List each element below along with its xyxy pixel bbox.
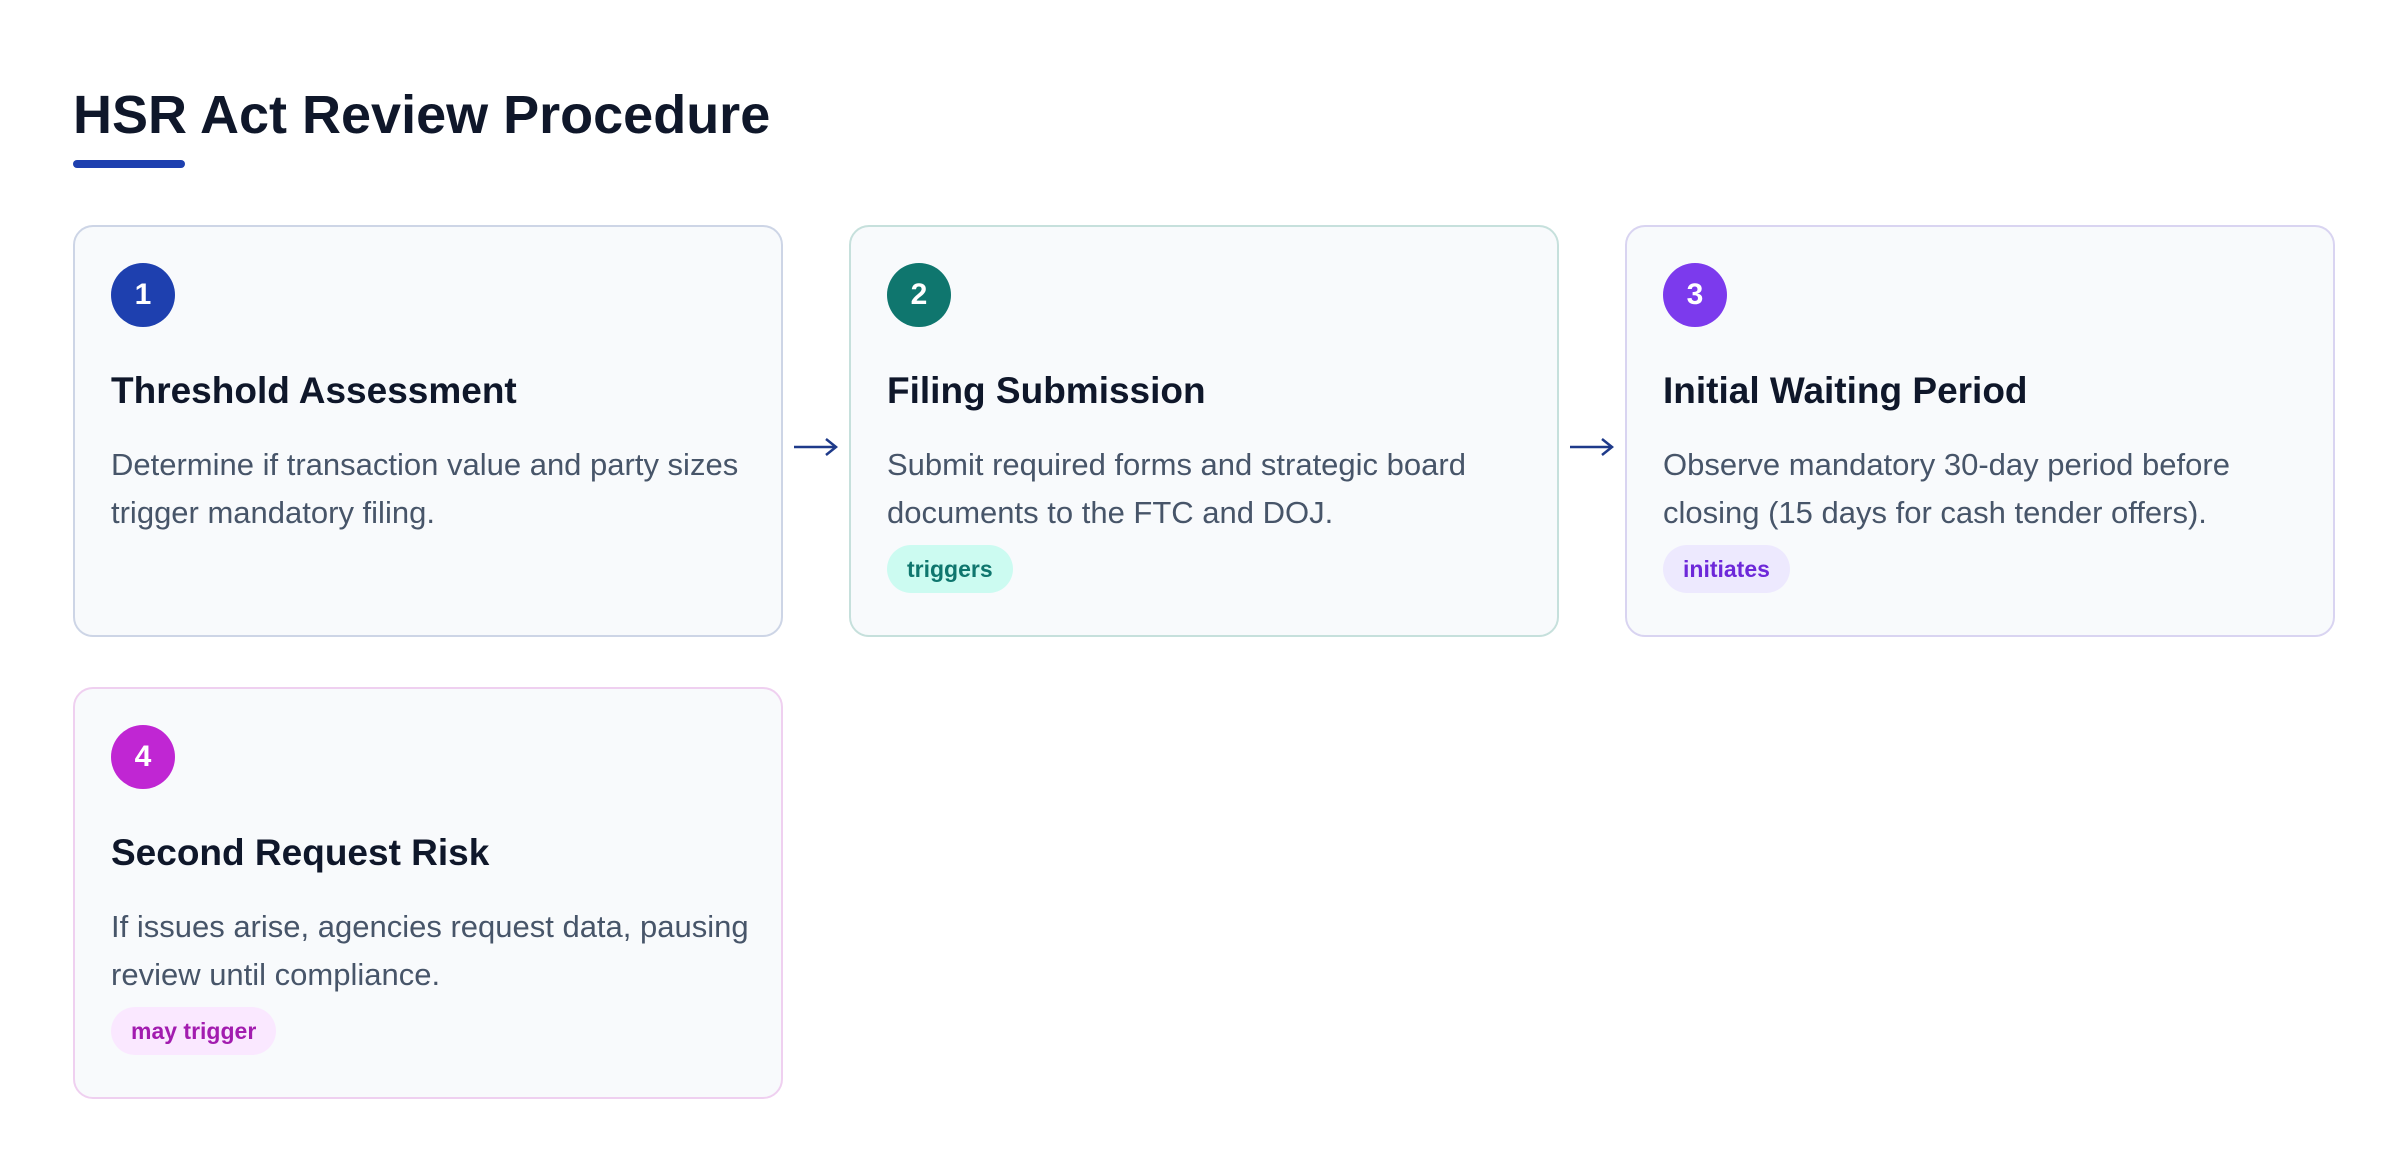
step-number-badge: 1 bbox=[111, 263, 175, 327]
page-title: HSR Act Review Procedure bbox=[73, 85, 771, 145]
relation-badge: initiates bbox=[1663, 545, 1790, 593]
procedure-diagram: HSR Act Review Procedure 1 Threshold Ass… bbox=[0, 0, 2400, 1168]
step-description: Submit required forms and strategic boar… bbox=[887, 447, 1466, 530]
step-number-badge: 4 bbox=[111, 725, 175, 789]
arrow-right-icon bbox=[794, 438, 839, 456]
step-card-initial-waiting-period: 3 Initial Waiting Period Observe mandato… bbox=[1625, 225, 2335, 637]
relation-badge: triggers bbox=[887, 545, 1013, 593]
step-description: If issues arise, agencies request data, … bbox=[111, 909, 749, 992]
step-title: Threshold Assessment bbox=[111, 370, 517, 411]
step-card-threshold-assessment: 1 Threshold Assessment Determine if tran… bbox=[73, 225, 783, 637]
step-title: Second Request Risk bbox=[111, 832, 490, 873]
title-underline bbox=[73, 160, 185, 168]
step-number-badge: 2 bbox=[887, 263, 951, 327]
step-title: Filing Submission bbox=[887, 370, 1206, 411]
step-title: Initial Waiting Period bbox=[1663, 370, 2028, 411]
step-number-badge: 3 bbox=[1663, 263, 1727, 327]
arrow-right-icon bbox=[1570, 438, 1615, 456]
step-description: Determine if transaction value and party… bbox=[111, 447, 739, 530]
step-card-filing-submission: 2 Filing Submission Submit required form… bbox=[849, 225, 1559, 637]
step-description: Observe mandatory 30-day period before c… bbox=[1663, 447, 2230, 530]
relation-badge: may trigger bbox=[111, 1007, 277, 1055]
step-card-second-request-risk: 4 Second Request Risk If issues arise, a… bbox=[73, 687, 783, 1099]
